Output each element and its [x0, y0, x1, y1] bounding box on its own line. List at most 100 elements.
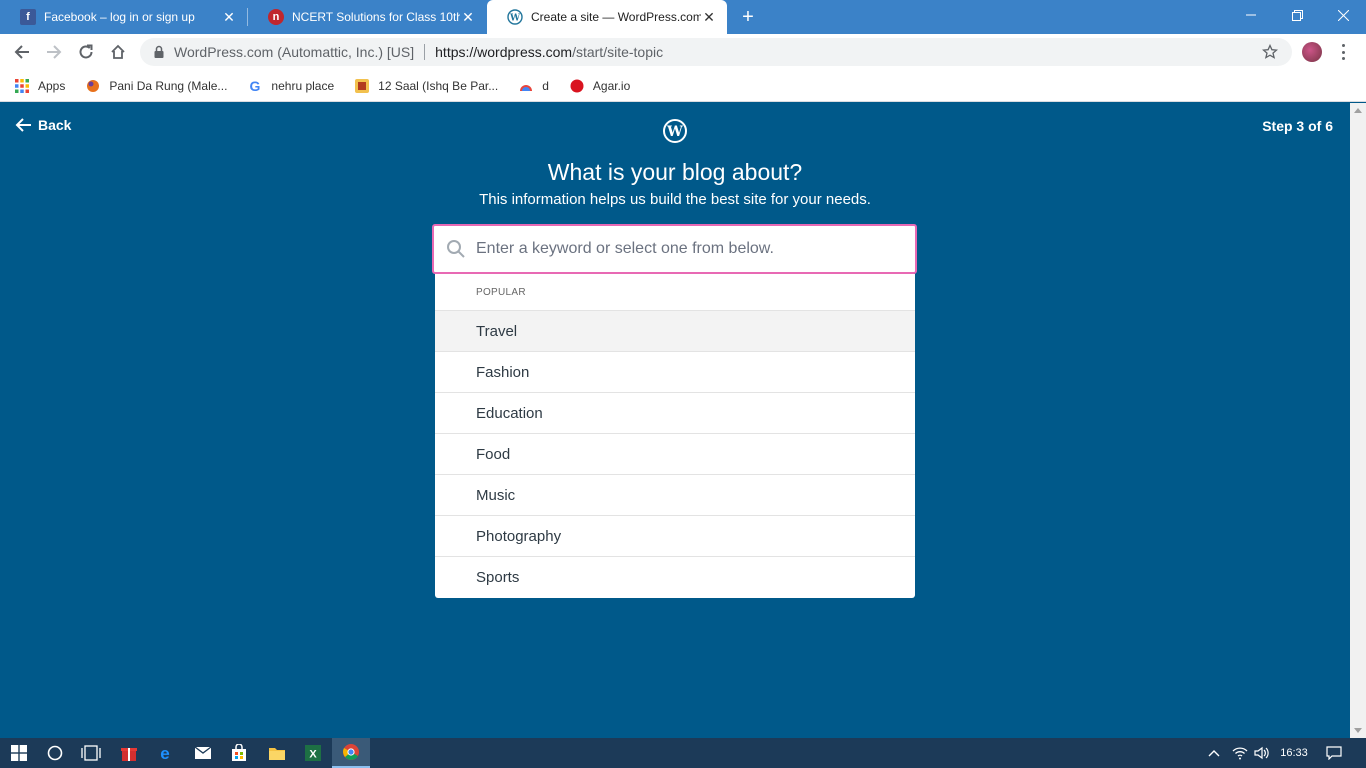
facebook-icon: f: [20, 9, 36, 25]
speaker-icon: [1254, 746, 1269, 760]
chevron-up-icon: [1208, 750, 1220, 757]
taskbar-excel[interactable]: X: [294, 738, 332, 768]
taskbar-edge[interactable]: e: [146, 738, 184, 768]
svg-text:e: e: [160, 744, 169, 762]
browser-toolbar: WordPress.com (Automattic, Inc.) [US] ht…: [0, 34, 1366, 70]
bookmark-agario[interactable]: Agar.io: [569, 78, 630, 94]
start-button[interactable]: [0, 738, 38, 768]
url-host: https://wordpress.com: [435, 44, 573, 60]
reload-button[interactable]: [74, 40, 98, 64]
task-view-button[interactable]: [72, 738, 110, 768]
bookmark-favicon: [355, 78, 370, 93]
reload-icon: [79, 44, 93, 59]
tab-ncert[interactable]: n NCERT Solutions for Class 10th: U ✕: [248, 0, 486, 34]
tab-label: Facebook – log in or sign up: [44, 10, 195, 24]
site-identity[interactable]: WordPress.com (Automattic, Inc.) [US]: [174, 44, 414, 60]
forward-nav-button[interactable]: [42, 40, 66, 64]
notification-icon: [1326, 746, 1342, 760]
folder-icon: [269, 748, 285, 760]
new-tab-button[interactable]: +: [738, 6, 758, 28]
bookmark-apps[interactable]: Apps: [14, 78, 65, 94]
suggestion-photography[interactable]: Photography: [435, 516, 915, 557]
suggestion-music[interactable]: Music: [435, 475, 915, 516]
svg-text:W: W: [509, 14, 521, 24]
tray-volume[interactable]: [1252, 738, 1272, 768]
bookmark-favicon: [87, 79, 100, 92]
scroll-up-icon[interactable]: [1354, 108, 1362, 113]
page-scrollbar[interactable]: [1350, 103, 1366, 738]
page-title: What is your blog about?: [547, 159, 803, 185]
bookmark-pani-da-rung[interactable]: Pani Da Rung (Male...: [85, 78, 227, 94]
topic-search-input[interactable]: [476, 240, 896, 258]
bookmark-12-saal[interactable]: 12 Saal (Ishq Be Par...: [354, 78, 498, 94]
back-nav-button[interactable]: [10, 40, 34, 64]
back-link[interactable]: Back: [14, 117, 71, 133]
scroll-down-icon[interactable]: [1354, 728, 1362, 733]
windows-logo-icon: [11, 745, 27, 761]
bookmark-label: Pani Da Rung (Male...: [109, 78, 228, 93]
bookmarks-bar: Apps Pani Da Rung (Male... G nehru place…: [0, 70, 1366, 102]
cortana-button[interactable]: [36, 738, 74, 768]
arrow-right-icon: [47, 45, 62, 59]
restore-button[interactable]: [1274, 0, 1320, 30]
page-content: Back W Step 3 of 6 What is your blog abo…: [0, 103, 1350, 738]
suggestion-travel[interactable]: Travel: [435, 311, 915, 352]
taskbar-file-explorer[interactable]: [258, 738, 296, 768]
lock-icon: [154, 45, 164, 58]
arrow-left-icon: [14, 45, 29, 59]
bookmark-favicon: [520, 84, 533, 91]
chrome-menu-button[interactable]: [1340, 44, 1346, 60]
bookmark-label: nehru place: [271, 78, 335, 93]
close-icon[interactable]: ✕: [701, 9, 717, 26]
minimize-button[interactable]: [1228, 0, 1274, 30]
tray-action-center[interactable]: [1322, 738, 1346, 768]
wordpress-logo-icon: W: [663, 119, 687, 143]
back-label: Back: [38, 117, 72, 133]
tray-clock[interactable]: 16:33: [1274, 738, 1314, 768]
suggestion-education[interactable]: Education: [435, 393, 915, 434]
suggestion-food[interactable]: Food: [435, 434, 915, 475]
edge-icon: e: [160, 744, 169, 762]
bookmark-label: d: [542, 78, 549, 93]
suggestion-fashion[interactable]: Fashion: [435, 352, 915, 393]
profile-avatar[interactable]: [1302, 42, 1322, 62]
url-path: /start/site-topic: [572, 44, 664, 60]
svg-text:W: W: [666, 124, 683, 140]
bookmark-label: Apps: [38, 78, 66, 93]
tray-show-hidden-icons[interactable]: [1204, 738, 1224, 768]
taskbar-chrome[interactable]: [332, 738, 370, 768]
topic-search-box[interactable]: [432, 224, 917, 274]
home-icon: [111, 44, 125, 59]
wifi-icon: [1232, 747, 1248, 760]
tab-label: Create a site — WordPress.com: [531, 10, 701, 24]
dropdown-header: POPULAR: [435, 274, 915, 311]
home-button[interactable]: [106, 40, 130, 64]
bookmark-d[interactable]: d: [518, 78, 549, 94]
tab-facebook[interactable]: f Facebook – log in or sign up ✕: [0, 0, 247, 34]
cortana-circle-icon: [47, 745, 63, 761]
bookmark-nehru-place[interactable]: G nehru place: [247, 78, 334, 94]
close-icon[interactable]: ✕: [221, 9, 237, 26]
search-icon: [447, 240, 465, 258]
ncert-icon: n: [268, 9, 284, 25]
mail-icon: [194, 746, 212, 759]
excel-icon: X: [305, 745, 321, 761]
arrow-left-icon: [15, 118, 31, 132]
taskbar-gift-app[interactable]: [110, 738, 148, 768]
apps-grid-icon: [15, 78, 29, 93]
window-close-button[interactable]: [1320, 0, 1366, 30]
tray-wifi[interactable]: [1230, 738, 1250, 768]
suggestion-sports[interactable]: Sports: [435, 557, 915, 598]
windows-taskbar: e X 16:33: [0, 738, 1366, 768]
address-bar[interactable]: WordPress.com (Automattic, Inc.) [US] ht…: [140, 38, 1292, 66]
taskbar-mail[interactable]: [184, 738, 222, 768]
tab-label: NCERT Solutions for Class 10th: U: [292, 10, 460, 24]
close-icon[interactable]: ✕: [460, 9, 476, 26]
agario-icon: [570, 79, 584, 92]
tab-wordpress[interactable]: W Create a site — WordPress.com ✕: [487, 0, 727, 34]
omnibox-divider: [424, 44, 426, 60]
gift-icon: [121, 748, 137, 761]
bookmark-star-icon[interactable]: [1262, 44, 1278, 60]
taskbar-store[interactable]: [220, 738, 258, 768]
topic-suggestions-dropdown: POPULAR Travel Fashion Education Food Mu…: [435, 274, 915, 598]
